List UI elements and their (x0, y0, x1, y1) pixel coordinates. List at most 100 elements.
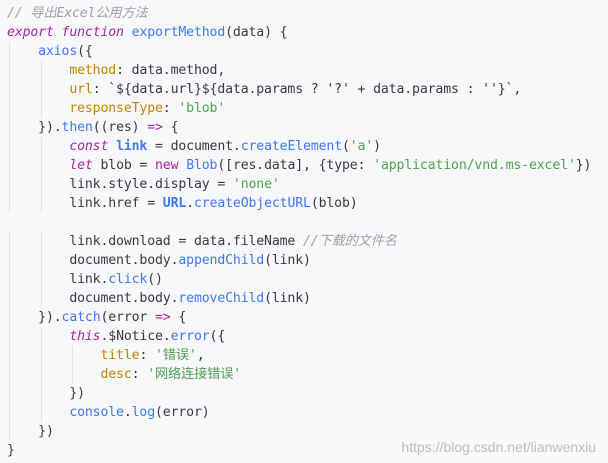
indent-guide (9, 270, 10, 289)
code-token: 'a' (349, 139, 374, 154)
indent-guide (40, 156, 42, 175)
code-token: error (170, 329, 210, 344)
code-token: 'none' (232, 177, 280, 192)
code-token: '网络连接错误' (147, 367, 242, 382)
code-token: (blob) (310, 196, 358, 211)
code-token: axios (7, 44, 78, 59)
indent-guide (9, 403, 10, 422)
code-line: }) (7, 384, 603, 403)
indent-guide (40, 289, 42, 308)
code-token: title (7, 348, 140, 363)
code-token: method (7, 63, 117, 78)
code-token: responseType (7, 101, 163, 116)
indent-guide (72, 346, 74, 365)
code-token: this (7, 329, 101, 344)
indent-guide (9, 384, 10, 403)
code-token: link.href = (7, 196, 163, 211)
indent-guide (40, 327, 42, 346)
code-line: export function exportMethod(data) { (7, 23, 603, 42)
indent-guide (40, 384, 42, 403)
code-token: .$Notice. (100, 329, 171, 344)
indent-guide (40, 232, 42, 251)
code-token: (link) (264, 291, 311, 306)
code-token: 'application/vnd.ms-excel' (373, 158, 576, 173)
indent-guide (40, 403, 42, 422)
indent-guide (9, 99, 10, 118)
code-line: method: data.method, (7, 61, 603, 80)
indent-guide (40, 365, 42, 384)
indent-guide (9, 289, 10, 308)
code-token: = document. (147, 139, 241, 154)
indent-guide (9, 365, 10, 384)
code-token: removeChild (178, 291, 265, 306)
code-token: }) (7, 386, 85, 401)
code-token: : (139, 348, 156, 363)
code-token: document.body. (7, 253, 179, 268)
code-block: // 导出Excel公用方法 export function exportMeth… (7, 4, 603, 460)
code-token: => (147, 120, 171, 135)
indent-guide (9, 422, 10, 441)
indent-guide (9, 156, 10, 175)
code-line: axios({ (7, 42, 603, 61)
indent-guide (72, 365, 74, 384)
code-token: link. (7, 272, 109, 287)
code-token: desc (7, 367, 132, 382)
code-line: console.log(error) (7, 403, 603, 422)
code-token: let (7, 158, 101, 173)
code-token: => (155, 310, 179, 325)
code-token: function (61, 25, 132, 40)
code-token: URL (162, 196, 187, 211)
code-token: catch (61, 310, 101, 325)
code-token: //下载的文件名 (303, 234, 397, 249)
code-token: ( (341, 139, 350, 154)
code-line: const link = document.createElement('a') (7, 137, 603, 156)
code-token: createObjectURL (193, 196, 311, 211)
indent-guide (40, 175, 42, 194)
watermark-text: https://blog.csdn.net/lianwenxiu (401, 439, 596, 455)
code-token: }). (7, 310, 62, 325)
code-token: createElement (240, 139, 342, 154)
code-token: '错误' (155, 348, 197, 363)
code-line: // 导出Excel公用方法 (7, 4, 603, 23)
code-token: Blob (186, 158, 218, 173)
indent-guide (40, 270, 42, 289)
indent-guide (9, 194, 10, 213)
code-token: exportMethod (131, 25, 226, 40)
code-token: }). (7, 120, 62, 135)
code-token: ({ (209, 329, 226, 344)
indent-guide (40, 346, 42, 365)
indent-guide (40, 99, 42, 118)
code-token: export (7, 25, 62, 40)
code-token: console (7, 405, 124, 420)
code-line: link.download = data.fileName //下载的文件名 (7, 232, 603, 251)
code-token: link.download = data.fileName (7, 234, 304, 249)
code-token: 'blob' (178, 101, 226, 116)
indent-guide (9, 61, 10, 80)
code-token: , (196, 348, 205, 363)
code-token: : (162, 101, 179, 116)
indent-guide (40, 194, 42, 213)
code-token: : `${data.url}${data.params ? '?' + data… (92, 82, 522, 97)
code-token: }) (575, 158, 592, 173)
indent-guide (40, 80, 42, 99)
indent-guide (40, 61, 42, 80)
code-line: desc: '网络连接错误' (7, 365, 603, 384)
indent-guide (9, 80, 10, 99)
code-line: let blob = new Blob([res.data], {type: '… (7, 156, 603, 175)
code-token: appendChild (178, 253, 265, 268)
code-token: ([res.data], {type: (217, 158, 374, 173)
indent-guide (9, 137, 10, 156)
code-line: link.style.display = 'none' (7, 175, 603, 194)
indent-guide (9, 175, 10, 194)
code-token: } (7, 443, 15, 458)
code-token: . (123, 405, 132, 420)
indent-guide (9, 308, 10, 327)
code-line: document.body.appendChild(link) (7, 251, 603, 270)
code-line: }).catch(error => { (7, 308, 603, 327)
code-token: new (155, 158, 187, 173)
indent-guide (9, 232, 10, 251)
code-token: (error) (155, 405, 210, 420)
code-token: // 导出Excel公用方法 (7, 6, 148, 21)
code-token: () (147, 272, 163, 287)
